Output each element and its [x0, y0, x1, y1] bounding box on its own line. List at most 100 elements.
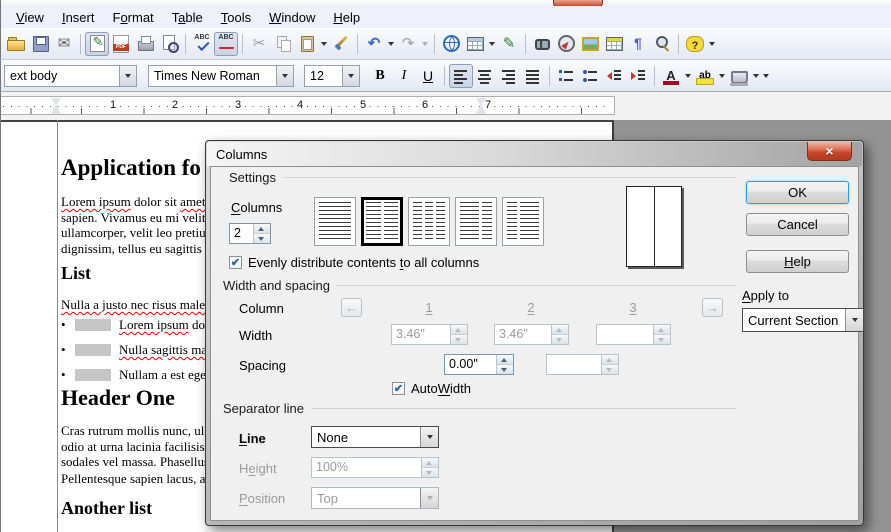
spin-down-button[interactable] [602, 365, 618, 374]
table-dropdown[interactable] [487, 32, 497, 56]
preset-one-column[interactable] [314, 197, 356, 246]
spin-up-button[interactable] [654, 325, 670, 335]
preset-three-columns[interactable] [408, 197, 450, 246]
toolbar-overflow[interactable] [761, 64, 771, 88]
apply-to-combo[interactable]: Current Section [742, 308, 864, 332]
open-button[interactable] [4, 32, 28, 56]
auto-spellcheck-button[interactable]: ABC [214, 32, 238, 56]
columns-count-spinner[interactable]: 2 [229, 223, 271, 244]
redo-button[interactable]: ↷ [396, 32, 420, 56]
save-button[interactable] [28, 32, 52, 56]
draw-functions-button[interactable]: ✎ [497, 32, 521, 56]
font-color-button[interactable]: A [659, 64, 683, 88]
bullet-list-button[interactable] [578, 64, 602, 88]
autowidth-checkbox[interactable]: ✔ AutoWidth [392, 381, 471, 396]
spin-down-button[interactable] [552, 335, 568, 344]
font-name-combo[interactable]: Times New Roman [148, 65, 294, 87]
separator-position-combo[interactable]: Top [311, 487, 439, 509]
preset-right-wide[interactable] [502, 197, 544, 246]
spin-up-button[interactable] [497, 355, 513, 365]
cancel-button[interactable]: Cancel [746, 213, 849, 236]
spelling-button[interactable]: ABC [190, 32, 214, 56]
spin-down-button[interactable] [254, 234, 270, 243]
menu-table[interactable]: Table [163, 8, 212, 27]
spin-down-button[interactable] [654, 335, 670, 344]
align-right-button[interactable] [497, 64, 521, 88]
align-center-button[interactable] [473, 64, 497, 88]
dialog-titlebar[interactable]: Columns × [207, 142, 862, 166]
highlighting-dropdown[interactable] [717, 64, 727, 88]
spacing-2-spinner[interactable] [546, 354, 619, 375]
toolbar-overflow[interactable] [707, 32, 717, 56]
font-dropdown-button[interactable] [276, 66, 293, 86]
menu-insert[interactable]: Insert [53, 8, 104, 27]
dropdown-button[interactable] [420, 427, 438, 447]
decrease-indent-button[interactable] [602, 64, 626, 88]
help-dialog-button[interactable]: Help [746, 250, 849, 273]
menu-help[interactable]: Help [324, 8, 369, 27]
zoom-button[interactable] [650, 32, 674, 56]
preset-left-wide[interactable] [455, 197, 497, 246]
paragraph-style-combo[interactable]: ext body [4, 65, 137, 87]
redo-dropdown[interactable] [420, 32, 430, 56]
insert-table-button[interactable] [463, 32, 487, 56]
clone-formatting-button[interactable] [329, 32, 353, 56]
spin-down-button[interactable] [497, 365, 513, 374]
print-button[interactable] [133, 32, 157, 56]
background-color-button[interactable] [727, 64, 751, 88]
previous-column-button[interactable]: ← [341, 298, 362, 317]
separator-line-combo[interactable]: None [311, 426, 439, 448]
find-replace-button[interactable] [530, 32, 554, 56]
data-sources-button[interactable] [602, 32, 626, 56]
increase-indent-button[interactable] [626, 64, 650, 88]
size-dropdown-button[interactable] [342, 66, 359, 86]
separator-height-spinner[interactable]: 100% [311, 457, 439, 478]
dropdown-button[interactable] [845, 309, 863, 331]
email-button[interactable]: ✉ [52, 32, 76, 56]
menu-format[interactable]: Format [103, 8, 162, 27]
width-1-spinner[interactable]: 3.46" [391, 324, 468, 345]
paste-button[interactable] [295, 32, 319, 56]
hyperlink-button[interactable] [439, 32, 463, 56]
horizontal-ruler[interactable]: 1 2 3 4 5 6 7 [1, 96, 615, 115]
menu-window[interactable]: Window [260, 8, 324, 27]
ok-button[interactable]: OK [746, 181, 849, 204]
next-column-button[interactable]: → [702, 298, 723, 317]
underline-button[interactable]: U [416, 64, 440, 88]
cut-button[interactable]: ✂ [247, 32, 271, 56]
bold-button[interactable]: B [368, 64, 392, 88]
copy-button[interactable] [271, 32, 295, 56]
dialog-close-button[interactable]: × [807, 142, 852, 161]
width-3-spinner[interactable] [596, 324, 671, 345]
export-pdf-button[interactable]: PDF [109, 32, 133, 56]
align-left-button[interactable] [449, 64, 473, 88]
spin-up-button[interactable] [602, 355, 618, 365]
evenly-distribute-checkbox[interactable]: ✔ Evenly distribute contents to all colu… [229, 255, 479, 270]
spin-up-button[interactable] [422, 458, 438, 468]
spin-up-button[interactable] [451, 325, 467, 335]
background-color-dropdown[interactable] [751, 64, 761, 88]
undo-dropdown[interactable] [386, 32, 396, 56]
width-2-spinner[interactable]: 3.46" [494, 324, 569, 345]
spin-down-button[interactable] [451, 335, 467, 344]
edit-file-button[interactable]: ✎ [85, 32, 109, 56]
preset-two-columns[interactable] [361, 197, 403, 246]
font-color-dropdown[interactable] [683, 64, 693, 88]
spacing-1-spinner[interactable]: 0.00" [444, 354, 514, 375]
menu-view[interactable]: View [7, 8, 53, 27]
justify-button[interactable] [521, 64, 545, 88]
spin-up-button[interactable] [254, 224, 270, 234]
italic-button[interactable]: I [392, 64, 416, 88]
formatting-marks-button[interactable]: ¶ [626, 32, 650, 56]
spin-up-button[interactable] [552, 325, 568, 335]
print-preview-button[interactable] [157, 32, 181, 56]
font-size-combo[interactable]: 12 [304, 65, 360, 87]
gallery-button[interactable] [578, 32, 602, 56]
numbered-list-button[interactable] [554, 64, 578, 88]
spin-down-button[interactable] [422, 468, 438, 477]
navigator-button[interactable] [554, 32, 578, 56]
help-button[interactable]: ? [683, 32, 707, 56]
dropdown-button[interactable] [420, 488, 438, 508]
highlighting-button[interactable]: ab [693, 64, 717, 88]
menu-tools[interactable]: Tools [212, 8, 260, 27]
